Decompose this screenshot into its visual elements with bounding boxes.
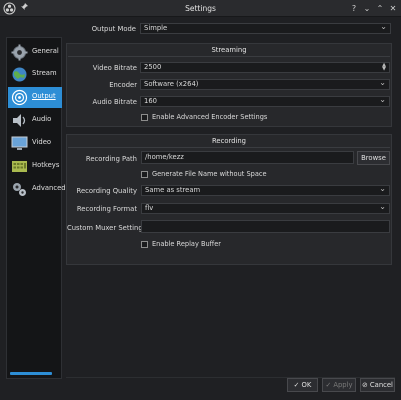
title-bar: Settings ? ⌄ ⌃ ✕ [0,0,401,17]
help-button[interactable]: ? [348,2,360,15]
recording-group: Recording Recording Path /home/kezz Brow… [66,134,392,265]
sidebar-item-label: Stream [32,69,57,77]
advanced-encoder-label: Enable Advanced Encoder Settings [152,113,268,121]
gear-icon [11,44,28,61]
speaker-icon [11,112,28,129]
audio-bitrate-label: Audio Bitrate [92,98,137,106]
no-space-label: Generate File Name without Space [152,170,267,178]
output-mode-select[interactable]: Simple [140,22,391,34]
sidebar-item-label: Audio [32,115,52,123]
output-icon [11,89,28,106]
output-mode-label: Output Mode [91,25,136,33]
recording-path-input[interactable]: /home/kezz [141,151,354,164]
sidebar-item-label: Hotkeys [32,161,60,169]
video-bitrate-label: Video Bitrate [92,64,137,72]
custom-muxer-label: Custom Muxer Settings [67,224,147,232]
advanced-encoder-checkbox-row[interactable]: Enable Advanced Encoder Settings [141,112,267,122]
sidebar-item-advanced[interactable]: Advanced [8,179,66,200]
sidebar-item-label: Video [32,138,52,146]
globe-icon [11,66,28,83]
output-settings-panel: Output Mode Simple Streaming Video Bitra… [66,17,395,377]
keyboard-icon [11,158,28,175]
apply-button[interactable]: ✓ Apply [322,378,356,392]
recording-group-title: Recording [212,137,246,145]
custom-muxer-input[interactable] [141,220,390,233]
browse-button[interactable]: Browse [357,151,390,165]
gears-icon [11,181,28,198]
sidebar-item-audio[interactable]: Audio [8,110,62,131]
sidebar-item-output[interactable]: Output [8,87,62,108]
replay-buffer-checkbox-row[interactable]: Enable Replay Buffer [141,239,221,249]
encoder-select[interactable]: Software (x264) [140,78,390,90]
recording-format-select[interactable]: flv [141,202,390,214]
window-title: Settings [185,4,216,13]
advanced-encoder-checkbox[interactable] [141,113,148,121]
sidebar-item-hotkeys[interactable]: Hotkeys [8,156,62,177]
recording-quality-select[interactable]: Same as stream [141,184,390,196]
stepper-down-icon[interactable]: ▼ [381,67,387,72]
sidebar-item-video[interactable]: Video [8,133,62,154]
recording-format-label: Recording Format [76,205,137,213]
sidebar-item-label: General [32,47,59,55]
streaming-group-title: Streaming [211,46,247,54]
video-bitrate-value: 2500 [144,63,162,71]
replay-buffer-label: Enable Replay Buffer [152,240,221,248]
monitor-icon [11,135,28,152]
recording-path-label: Recording Path [85,155,137,163]
group-divider [68,56,390,57]
streaming-group: Streaming Video Bitrate 2500 ▲ ▼ Encoder… [66,43,392,127]
sidebar-item-label: Advanced [32,184,66,192]
ok-button[interactable]: ✓ OK [287,378,318,392]
no-space-checkbox-row[interactable]: Generate File Name without Space [141,169,267,179]
settings-sidebar: General Stream Output Audio Video Hotkey… [6,37,66,379]
close-button[interactable]: ✕ [387,2,399,15]
encoder-label: Encoder [109,81,137,89]
recording-quality-label: Recording Quality [76,187,137,195]
sidebar-item-label: Output [32,92,56,100]
cancel-button[interactable]: ⊘ Cancel [360,378,395,392]
sidebar-item-general[interactable]: General [8,42,62,63]
sidebar-scrollbar[interactable] [10,372,52,375]
group-divider [68,147,390,148]
replay-buffer-checkbox[interactable] [141,240,148,248]
video-bitrate-stepper[interactable]: 2500 ▲ ▼ [140,62,390,73]
no-space-checkbox[interactable] [141,170,148,178]
maximize-button[interactable]: ⌃ [374,2,386,15]
audio-bitrate-select[interactable]: 160 [140,95,390,107]
sidebar-item-stream[interactable]: Stream [8,64,62,85]
minimize-button[interactable]: ⌄ [361,2,373,15]
